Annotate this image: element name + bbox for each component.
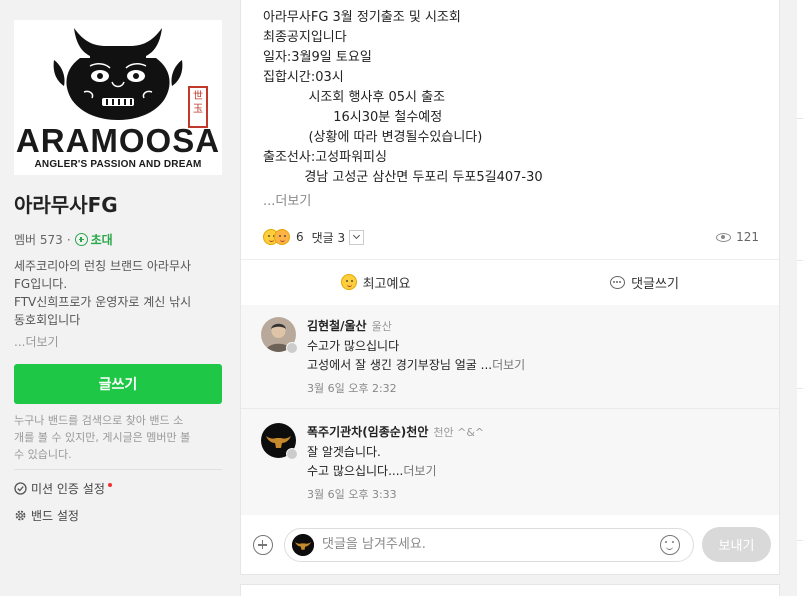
description-line: 동호회입니다 [14,313,81,327]
react-label: 최고예요 [362,276,411,292]
gear-icon [15,510,26,521]
comment-author[interactable]: 김현철/울산 [307,319,367,333]
comment-input[interactable] [322,537,642,552]
post-body: 아라무사FG 3월 정기출조 및 시조회 최종공지입니다 일자:3월9일 토요일… [263,8,543,188]
speech-bubble-icon [610,275,626,289]
camera-badge-icon [286,448,298,460]
mission-settings-link[interactable]: 미션 인증 설정 [14,480,112,497]
edge-line [797,260,803,261]
post-line: 경남 고성군 삼산면 두포리 두포5길407-30 [263,170,543,185]
comment-author-meta: 천안 ^&^ [433,426,485,439]
mission-settings-label: 미션 인증 설정 [31,482,105,496]
cheer-emotion-icon[interactable] [274,229,290,245]
logo-brand-text: ARAMOOSA [15,122,221,159]
view-count-value: 121 [736,230,759,244]
member-count[interactable]: 멤버 573 [14,231,63,248]
band-settings-link[interactable]: 밴드 설정 [14,507,79,524]
invite-label: 초대 [90,233,113,247]
comment-more-link[interactable]: 더보기 [403,464,436,478]
edge-line [797,118,803,119]
separator-dot: · [66,232,71,247]
post-line: (상황에 따라 변경될수있습니다) [263,130,483,145]
band-cover-image[interactable]: 世玉 ARAMOOSA ANGLER'S PASSION AND DREAM [14,20,222,175]
edge-line [797,540,803,541]
comment-date: 3월 6일 오후 2:32 [307,382,397,395]
comment-input-box[interactable] [284,528,694,562]
notice-line: 누구나 밴드를 검색으로 찾아 밴드 소 [14,414,184,427]
eye-icon [716,232,732,242]
post-more-link[interactable]: ...더보기 [263,190,311,209]
add-attachment-button[interactable] [253,535,273,555]
band-sidebar: 世玉 ARAMOOSA ANGLER'S PASSION AND DREAM 아… [0,0,236,596]
comment-count[interactable]: 댓글 3 [312,229,346,246]
check-circle-icon [14,482,27,495]
post-line: 출조선사:고성파워피싱 [263,150,387,165]
chevron-down-icon [353,231,361,240]
post-line: 아라무사FG 3월 정기출조 및 시조회 [263,10,461,25]
sidebar-divider [14,469,222,470]
right-column-edge [797,0,803,596]
send-button[interactable]: 보내기 [702,527,771,562]
post-card: 아라무사FG 3월 정기출조 및 시조회 최종공지입니다 일자:3월9일 토요일… [240,0,780,575]
post-line: 집합시간:03시 [263,70,344,85]
comment-input-row: 보내기 [241,516,779,574]
description-more-link[interactable]: ...더보기 [14,333,59,350]
invite-button[interactable]: 초대 [74,231,113,248]
edge-line [797,388,803,389]
comment-list: 김현철/울산 울산 수고가 많으십니다 고성에서 잘 생긴 경기부장님 얼굴 ..… [241,305,779,515]
description-line: FTV신희프로가 운영자로 계신 낚시 [14,295,192,309]
comment-date: 3월 6일 오후 3:33 [307,488,397,501]
band-settings-label: 밴드 설정 [31,509,79,523]
emotion-count[interactable]: 6 [296,230,304,244]
post-action-bar: 최고예요 댓글쓰기 [241,260,779,304]
notice-line: 개를 볼 수 있지만, 게시글은 멤버만 볼 [14,431,191,444]
write-comment-button[interactable]: 댓글쓰기 [510,260,779,304]
comment-text: 수고가 많으십니다 [307,339,400,353]
emoji-picker-icon[interactable] [660,535,680,555]
view-count: 121 [716,230,759,244]
post-line: 시조회 행사후 05시 출조 [263,90,446,105]
camera-badge-icon [286,342,298,354]
comment-author-line: 폭주기관차(임종순)천안 천안 ^&^ [307,423,757,440]
comment-text: 잘 알겟습니다. [307,445,381,459]
band-description: 세주코리아의 런칭 브랜드 아라무사 FG입니다. FTV신희프로가 운영자로 … [14,257,226,329]
next-post-card [240,584,780,596]
comment-body: 폭주기관차(임종순)천안 천안 ^&^ 잘 알겟습니다. 수고 많으십니다....… [307,423,757,502]
privacy-notice: 누구나 밴드를 검색으로 찾아 밴드 소 개를 볼 수 있지만, 게시글은 멤버… [14,412,226,463]
post-line: 16시30분 철수예정 [263,110,443,125]
comment-text: 수고 많으십니다.... [307,464,404,478]
comment-author[interactable]: 폭주기관차(임종순)천안 [307,425,428,439]
write-comment-label: 댓글쓰기 [631,276,679,292]
comments-toggle-button[interactable] [349,229,365,245]
smile-emotion-icon [340,274,357,290]
comment-text-line: 수고 많으십니다....더보기 [307,462,757,481]
logo-tagline: ANGLER'S PASSION AND DREAM [34,159,202,170]
comment-author-meta: 울산 [371,320,392,333]
comment-text-line: 고성에서 잘 생긴 경기부장님 얼굴 ...더보기 [307,356,757,375]
notice-line: 수 있습니다. [14,448,72,461]
post-stats: 6 댓글 3 121 [263,225,759,249]
comment-author-line: 김현철/울산 울산 [307,317,757,334]
write-post-button[interactable]: 글쓰기 [14,364,222,404]
react-button[interactable]: 최고예요 [241,260,510,304]
my-avatar [292,534,314,556]
comment-divider [241,408,779,409]
description-line: FG입니다. [14,277,68,291]
post-line: 일자:3월9일 토요일 [263,50,372,65]
band-name[interactable]: 아라무사FG [14,189,118,218]
member-info: 멤버 573 · 초대 [14,231,113,248]
description-line: 세주코리아의 런칭 브랜드 아라무사 [14,259,192,273]
post-line: 최종공지입니다 [263,30,347,45]
comment-more-link[interactable]: 더보기 [492,358,525,372]
new-indicator-dot [107,482,112,487]
plus-circle-icon [74,233,88,246]
comment-body: 김현철/울산 울산 수고가 많으십니다 고성에서 잘 생긴 경기부장님 얼굴 ..… [307,317,757,396]
comment-text: 고성에서 잘 생긴 경기부장님 얼굴 ... [307,358,493,372]
bull-logo-icon [292,534,314,556]
